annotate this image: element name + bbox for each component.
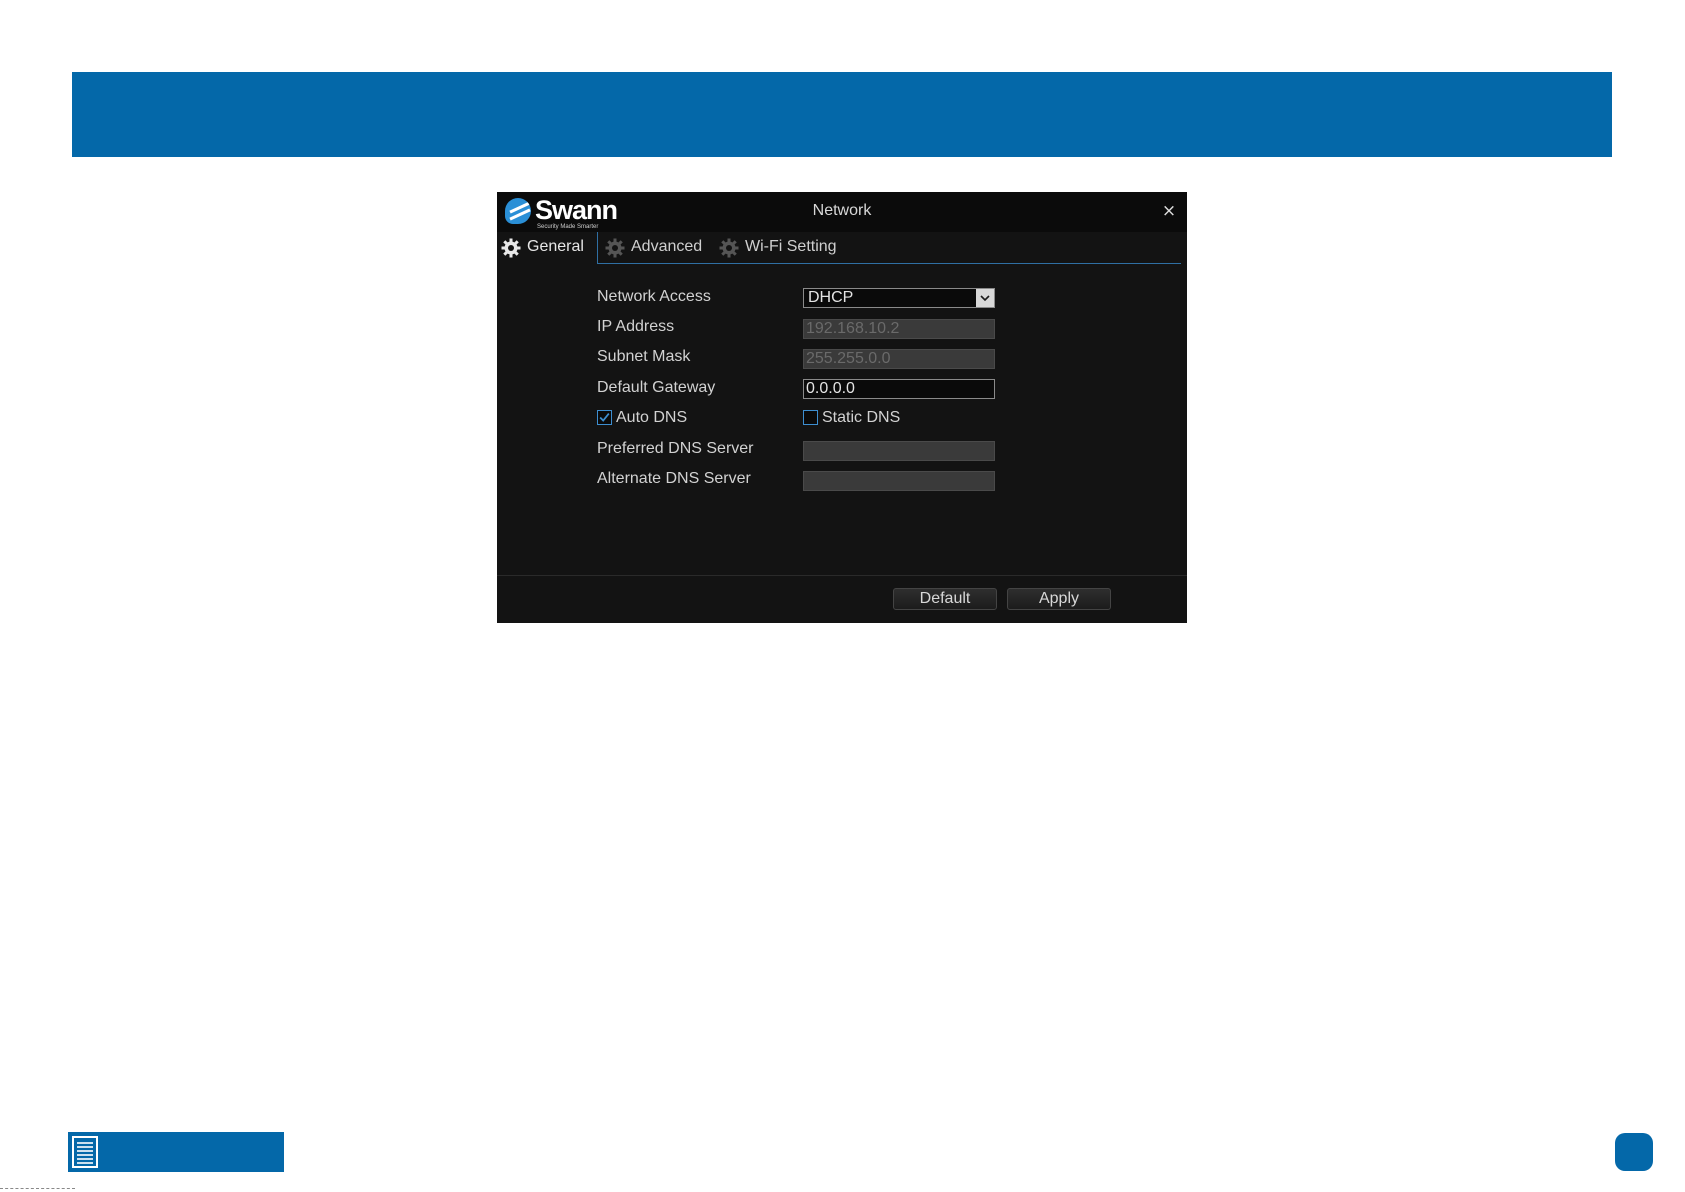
window-title: Network bbox=[812, 202, 872, 219]
tab-advanced-label: Advanced bbox=[631, 238, 703, 255]
crop-marks bbox=[0, 1188, 75, 1191]
static-dns-label: Static DNS bbox=[822, 409, 901, 426]
tab-underline bbox=[597, 263, 1181, 264]
brand-tagline: Security Made Smarter bbox=[537, 224, 599, 230]
page-header-banner bbox=[72, 72, 1612, 157]
network-settings-window: Swann Security Made Smarter Network × Ge… bbox=[497, 192, 1187, 623]
auto-dns-label: Auto DNS bbox=[616, 409, 688, 426]
footer-divider bbox=[497, 575, 1187, 576]
tab-general-label: General bbox=[527, 238, 584, 255]
subnet-mask-label: Subnet Mask bbox=[597, 348, 691, 365]
auto-dns-checkbox[interactable] bbox=[597, 410, 612, 425]
alternate-dns-field bbox=[803, 471, 995, 491]
default-button[interactable]: Default bbox=[893, 588, 997, 610]
auto-dns-option[interactable]: Auto DNS bbox=[597, 408, 707, 428]
preferred-dns-field bbox=[803, 441, 995, 461]
alternate-dns-label: Alternate DNS Server bbox=[597, 470, 751, 487]
default-gateway-field[interactable]: 0.0.0.0 bbox=[803, 379, 995, 399]
apply-button[interactable]: Apply bbox=[1007, 588, 1111, 610]
network-access-select[interactable]: DHCP bbox=[803, 288, 995, 308]
page-number-badge bbox=[1615, 1133, 1653, 1171]
ip-address-label: IP Address bbox=[597, 318, 675, 335]
subnet-mask-field: 255.255.0.0 bbox=[803, 349, 995, 369]
tab-wifi-setting-label: Wi-Fi Setting bbox=[745, 238, 837, 255]
document-icon bbox=[72, 1136, 98, 1168]
ip-address-field: 192.168.10.2 bbox=[803, 319, 995, 339]
footer-contents-bar[interactable] bbox=[68, 1132, 284, 1172]
chevron-down-icon bbox=[976, 289, 994, 307]
network-access-label: Network Access bbox=[597, 288, 711, 305]
static-dns-checkbox[interactable] bbox=[803, 410, 818, 425]
gear-icon bbox=[501, 238, 521, 258]
tab-advanced[interactable]: Advanced bbox=[601, 232, 711, 264]
window-titlebar: Swann Security Made Smarter Network × bbox=[497, 192, 1187, 232]
preferred-dns-label: Preferred DNS Server bbox=[597, 440, 754, 457]
tab-wifi-setting[interactable]: Wi-Fi Setting bbox=[715, 232, 855, 264]
network-access-value: DHCP bbox=[808, 289, 854, 306]
gear-icon bbox=[605, 238, 625, 258]
static-dns-option[interactable]: Static DNS bbox=[803, 408, 923, 428]
tab-general[interactable]: General bbox=[497, 232, 598, 264]
tab-bar: General Advanced Wi-Fi Setting bbox=[497, 232, 1187, 264]
close-button[interactable]: × bbox=[1160, 202, 1178, 220]
gear-icon bbox=[719, 238, 739, 258]
default-gateway-label: Default Gateway bbox=[597, 379, 716, 396]
